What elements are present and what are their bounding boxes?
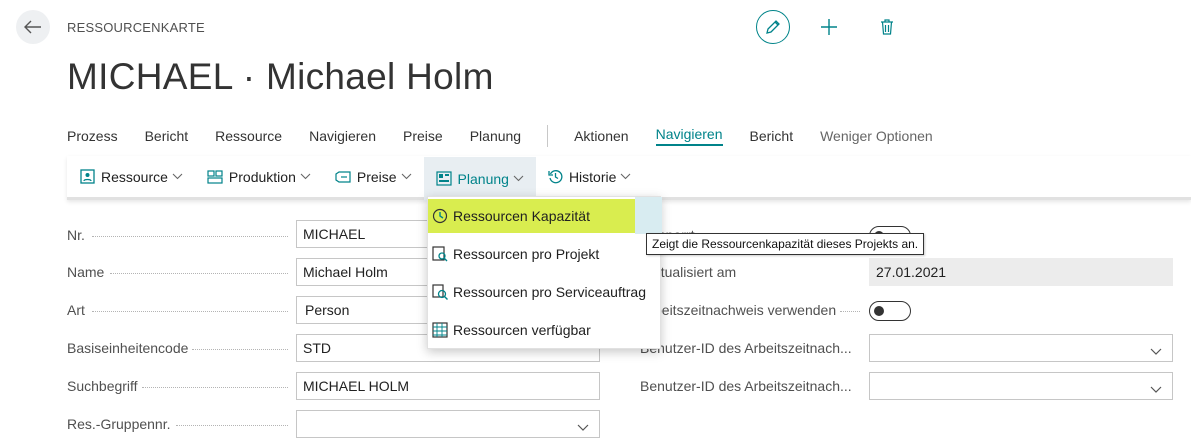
edit-button[interactable] <box>756 10 790 44</box>
planning-icon <box>435 171 452 186</box>
arrow-left-icon <box>24 20 41 34</box>
field-dots <box>110 272 288 274</box>
menu-item-ressourcen-pro-serviceauftrag[interactable]: Ressourcen pro Serviceauftrag <box>428 275 646 309</box>
tab-aktionen[interactable]: Aktionen <box>574 128 628 144</box>
project-search-icon <box>432 246 448 262</box>
action-bar: Prozess Bericht Ressource Navigieren Pre… <box>67 125 960 147</box>
less-options-button[interactable]: Weniger Optionen <box>820 128 933 144</box>
planung-dropdown-menu: Ressourcen Kapazität Ressourcen pro Proj… <box>427 196 662 349</box>
tab-navigieren[interactable]: Navigieren <box>655 126 723 146</box>
aktualisiert-value: 27.01.2021 <box>876 264 947 280</box>
field-dots <box>92 310 288 312</box>
benutzer1-label: Benutzer-ID des Arbeitszeitnach... <box>640 340 852 356</box>
field-dots <box>192 348 288 350</box>
delete-button[interactable] <box>870 10 904 44</box>
pencil-icon <box>766 20 780 34</box>
navigate-subbar: Ressource Produktion Preise Planung Hist… <box>67 156 1191 201</box>
service-order-icon <box>432 284 448 300</box>
page-toolbar <box>756 10 904 44</box>
name-value: Michael Holm <box>303 264 388 280</box>
plus-icon <box>821 19 837 35</box>
zeitnachweis-label: Arbeitszeitnachweis verwenden <box>640 302 837 318</box>
tab-bericht[interactable]: Bericht <box>750 128 794 144</box>
chevron-down-icon <box>300 173 311 180</box>
menu-hover-band <box>635 197 662 234</box>
subbar-ressource[interactable]: Ressource <box>67 157 195 197</box>
suchbegriff-field[interactable]: MICHAEL HOLM <box>296 372 600 400</box>
basiseinheit-label: Basiseinheitencode <box>67 340 189 356</box>
resource-card-icon <box>80 169 95 184</box>
toggle-knob <box>874 306 884 316</box>
action-planung[interactable]: Planung <box>470 128 521 144</box>
nr-value: MICHAEL <box>303 226 366 242</box>
nr-label: Nr. <box>67 227 85 243</box>
action-bar-divider <box>547 125 549 147</box>
action-ressource[interactable]: Ressource <box>215 128 282 144</box>
menu-item-label: Ressourcen Kapazität <box>453 208 590 224</box>
gruppe-label: Res.-Gruppennr. <box>67 416 171 432</box>
chevron-down-icon <box>620 173 631 180</box>
availability-grid-icon <box>432 322 448 338</box>
menu-item-ressourcen-kapazitaet[interactable]: Ressourcen Kapazität <box>428 199 635 233</box>
suchbegriff-label: Suchbegriff <box>67 378 138 394</box>
subbar-preise[interactable]: Preise <box>323 157 424 197</box>
subbar-ressource-label: Ressource <box>101 168 168 185</box>
subbar-planung[interactable]: Planung <box>423 156 536 201</box>
trash-icon <box>881 19 893 35</box>
new-button[interactable] <box>812 10 846 44</box>
subbar-produktion[interactable]: Produktion <box>195 157 323 197</box>
chevron-down-icon <box>401 173 412 180</box>
capacity-icon <box>432 208 448 224</box>
menu-item-label: Ressourcen pro Projekt <box>453 246 600 262</box>
subbar-planung-label: Planung <box>457 170 509 187</box>
production-icon <box>207 169 223 184</box>
menu-item-label: Ressourcen pro Serviceauftrag <box>453 284 646 300</box>
art-value: Person <box>305 302 350 318</box>
aktualisiert-field: 27.01.2021 <box>869 258 1173 286</box>
action-bericht[interactable]: Bericht <box>145 128 189 144</box>
chevron-down-icon <box>172 173 183 180</box>
subbar-preise-label: Preise <box>356 168 397 185</box>
benutzer2-label: Benutzer-ID des Arbeitszeitnach... <box>640 378 852 394</box>
page-caption: RESSOURCENKARTE <box>67 20 205 35</box>
action-navigieren[interactable]: Navigieren <box>309 128 376 144</box>
chevron-down-icon <box>513 175 524 182</box>
field-dots <box>176 424 288 426</box>
subbar-historie[interactable]: Historie <box>536 157 643 197</box>
history-icon <box>548 169 563 184</box>
zeitnachweis-toggle[interactable] <box>869 301 911 321</box>
menu-item-label: Ressourcen verfügbar <box>453 322 591 338</box>
art-label: Art <box>67 302 85 318</box>
page-title: MICHAEL · Michael Holm <box>67 56 494 97</box>
chevron-down-icon <box>577 419 589 435</box>
subbar-historie-label: Historie <box>568 168 617 185</box>
chevron-down-icon <box>1150 381 1162 397</box>
tooltip: Zeigt die Ressourcenkapazität dieses Pro… <box>646 233 925 255</box>
menu-item-ressourcen-verfuegbar[interactable]: Ressourcen verfügbar <box>428 313 591 347</box>
benutzer2-select[interactable] <box>869 372 1173 400</box>
action-preise[interactable]: Preise <box>403 128 443 144</box>
benutzer1-select[interactable] <box>869 334 1173 362</box>
price-tag-icon <box>335 170 351 183</box>
menu-item-ressourcen-pro-projekt[interactable]: Ressourcen pro Projekt <box>428 237 599 271</box>
suchbegriff-value: MICHAEL HOLM <box>303 378 410 394</box>
field-dots <box>840 310 860 312</box>
field-dots <box>92 235 288 237</box>
basiseinheit-value: STD <box>303 340 331 356</box>
name-label: Name <box>67 264 105 280</box>
action-prozess[interactable]: Prozess <box>67 128 118 144</box>
subbar-produktion-label: Produktion <box>228 168 296 185</box>
chevron-down-icon <box>1150 343 1162 359</box>
field-dots <box>142 386 288 388</box>
back-button[interactable] <box>16 10 50 44</box>
gruppe-select[interactable] <box>296 410 600 438</box>
